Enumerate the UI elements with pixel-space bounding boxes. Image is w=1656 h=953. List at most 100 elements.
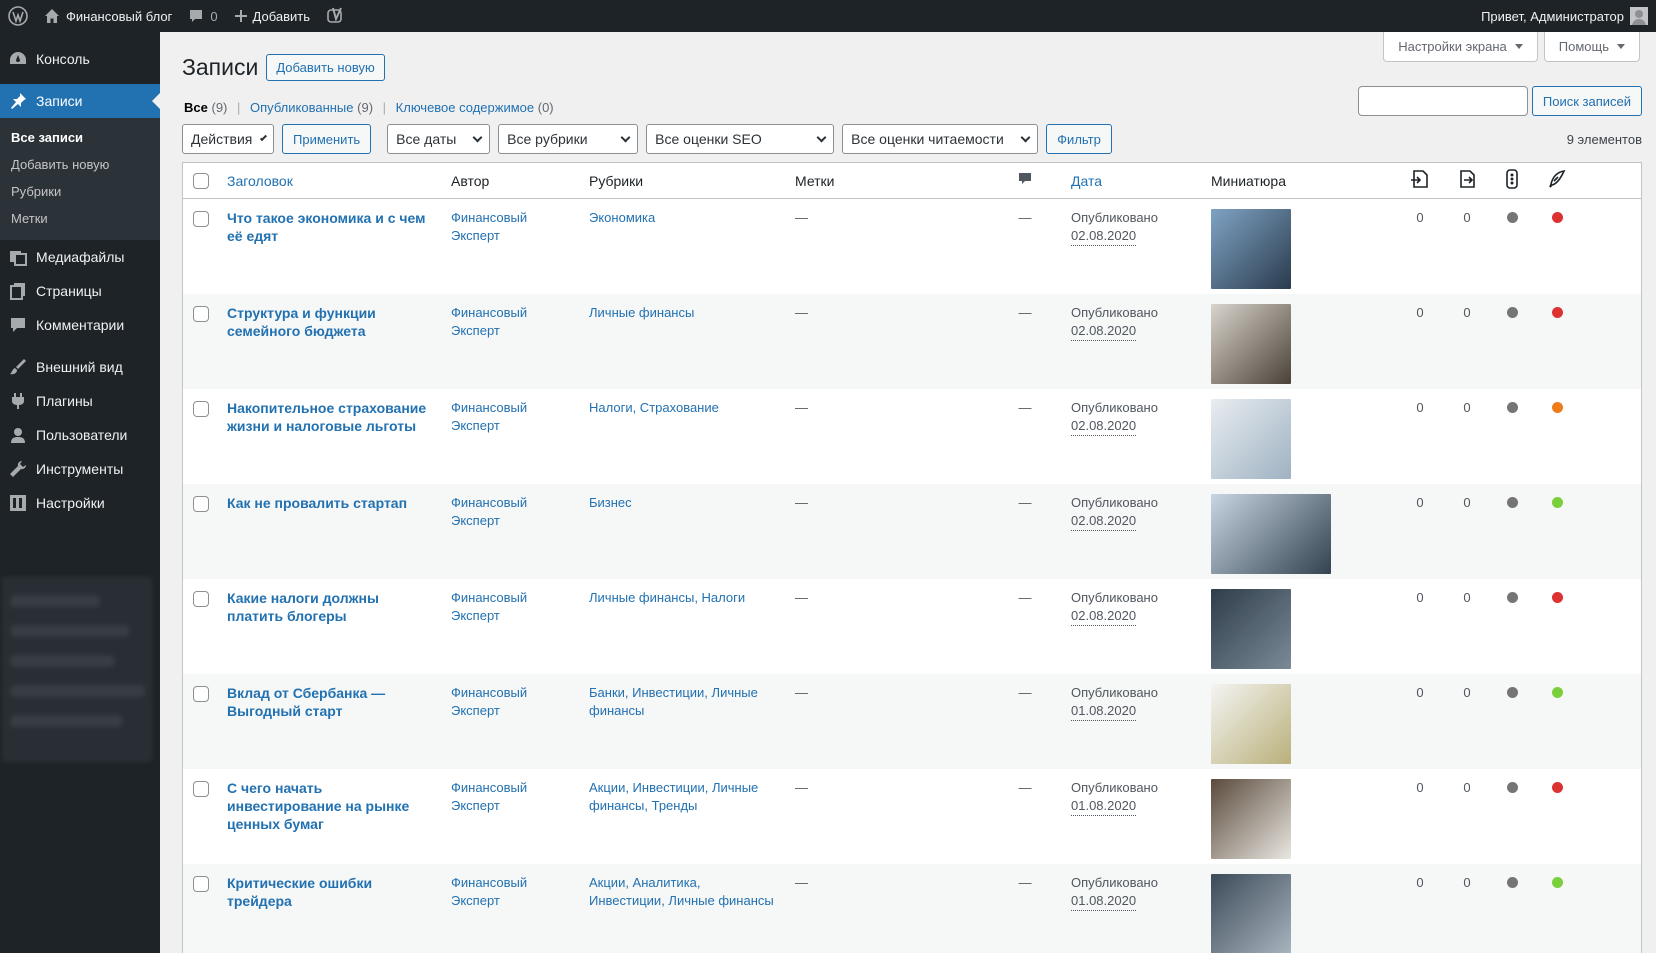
submenu-tags[interactable]: Метки: [0, 205, 160, 232]
blurred-menu-section: [2, 577, 152, 762]
post-title-link[interactable]: Структура и функции семейного бюджета: [227, 304, 435, 340]
row-checkbox[interactable]: [193, 686, 209, 702]
add-new-post-button[interactable]: Добавить новую: [266, 54, 385, 81]
row-checkbox[interactable]: [193, 211, 209, 227]
tags-value: —: [795, 305, 808, 320]
comments-icon: [8, 315, 28, 335]
row-checkbox[interactable]: [193, 781, 209, 797]
yoast-icon[interactable]: [318, 0, 352, 32]
categories-links[interactable]: Экономика: [589, 210, 655, 225]
author-link[interactable]: Финансовый Эксперт: [451, 210, 527, 243]
readability-filter-select[interactable]: Все оценки читаемости: [842, 124, 1039, 154]
my-account[interactable]: Привет, Администратор: [1481, 7, 1656, 25]
row-checkbox[interactable]: [193, 876, 209, 892]
categories-links[interactable]: Банки, Инвестиции, Личные финансы: [589, 685, 758, 718]
menu-item-appearance[interactable]: Внешний вид: [0, 350, 160, 384]
column-date[interactable]: Дата: [1071, 173, 1102, 189]
comment-bubble-icon: [188, 8, 204, 24]
menu-item-posts[interactable]: Записи: [0, 84, 160, 118]
categories-links[interactable]: Налоги, Страхование: [589, 400, 719, 415]
post-thumbnail[interactable]: [1211, 874, 1291, 953]
post-title-link[interactable]: Как не провалить стартап: [227, 494, 435, 512]
author-link[interactable]: Финансовый Эксперт: [451, 685, 527, 718]
submenu-all-posts[interactable]: Все записи: [0, 124, 160, 151]
select-all-checkbox[interactable]: [193, 172, 209, 189]
menu-item-media[interactable]: Медиафайлы: [0, 240, 160, 274]
post-thumbnail[interactable]: [1211, 209, 1291, 289]
author-link[interactable]: Финансовый Эксперт: [451, 780, 527, 813]
comments-value: —: [1018, 780, 1032, 795]
post-title-link[interactable]: С чего начать инвестирование на рынке це…: [227, 779, 435, 833]
submenu-add-new[interactable]: Добавить новую: [0, 151, 160, 178]
search-box: Поиск записей: [1357, 86, 1642, 116]
menu-item-users[interactable]: Пользователи: [0, 418, 160, 452]
post-thumbnail[interactable]: [1211, 589, 1291, 669]
table-row: Как не провалить стартап Финансовый Экспе…: [183, 484, 1641, 579]
filter-button[interactable]: Фильтр: [1046, 124, 1112, 154]
post-title-link[interactable]: Вклад от Сбербанка — Выгодный старт: [227, 684, 435, 720]
menu-item-label: Записи: [36, 93, 83, 109]
row-checkbox[interactable]: [193, 306, 209, 322]
column-tags: Метки: [795, 172, 835, 189]
categories-links[interactable]: Акции, Аналитика, Инвестиции, Личные фин…: [589, 875, 774, 908]
help-button[interactable]: Помощь: [1543, 32, 1640, 62]
new-content-link[interactable]: Добавить: [226, 0, 318, 32]
bulk-actions-select[interactable]: Действия: [182, 124, 274, 154]
menu-item-pages[interactable]: Страницы: [0, 274, 160, 308]
post-title-link[interactable]: Что такое экономика и с чем её едят: [227, 209, 435, 245]
category-filter-select[interactable]: Все рубрики: [498, 124, 639, 154]
search-posts-button[interactable]: Поиск записей: [1531, 86, 1642, 116]
post-thumbnail[interactable]: [1211, 399, 1291, 479]
author-link[interactable]: Финансовый Эксперт: [451, 875, 527, 908]
outgoing-links-count: 0: [1416, 685, 1424, 700]
readability-score-dot: [1551, 782, 1563, 793]
column-comments-icon[interactable]: [1018, 172, 1032, 189]
categories-links[interactable]: Акции, Инвестиции, Личные финансы, Тренд…: [589, 780, 758, 813]
menu-item-tools[interactable]: Инструменты: [0, 452, 160, 486]
categories-links[interactable]: Бизнес: [589, 495, 632, 510]
author-link[interactable]: Финансовый Эксперт: [451, 495, 527, 528]
post-status: Опубликовано: [1071, 210, 1158, 225]
row-checkbox[interactable]: [193, 401, 209, 417]
post-title-link[interactable]: Критические ошибки трейдера: [227, 874, 435, 910]
pin-icon: [8, 91, 28, 111]
post-date: 01.08.2020: [1071, 797, 1137, 816]
tags-value: —: [795, 590, 808, 605]
readability-score-icon: [1548, 169, 1566, 191]
screen-options-label: Настройки экрана: [1398, 39, 1507, 54]
site-name-link[interactable]: Финансовый блог: [36, 0, 180, 32]
categories-links[interactable]: Личные финансы: [589, 305, 694, 320]
post-thumbnail[interactable]: [1211, 684, 1291, 764]
post-thumbnail[interactable]: [1211, 304, 1291, 384]
seo-filter-select[interactable]: Все оценки SEO: [646, 124, 835, 154]
comments-link[interactable]: 0: [180, 0, 225, 32]
view-cornerstone[interactable]: Ключевое содержимое: [396, 100, 534, 115]
post-thumbnail[interactable]: [1211, 494, 1331, 574]
apply-button[interactable]: Применить: [282, 124, 372, 154]
row-checkbox[interactable]: [193, 496, 209, 512]
menu-item-comments[interactable]: Комментарии: [0, 308, 160, 342]
post-title-link[interactable]: Какие налоги должны платить блогеры: [227, 589, 435, 625]
date-filter-select[interactable]: Все даты: [387, 124, 491, 154]
search-input[interactable]: [1357, 86, 1528, 116]
view-published[interactable]: Опубликованные: [250, 100, 354, 115]
menu-item-settings[interactable]: Настройки: [0, 486, 160, 520]
screen-options-button[interactable]: Настройки экрана: [1383, 32, 1538, 62]
author-link[interactable]: Финансовый Эксперт: [451, 305, 527, 338]
outgoing-links-count: 0: [1416, 210, 1424, 225]
menu-item-label: Настройки: [36, 495, 105, 511]
column-title[interactable]: Заголовок: [227, 173, 293, 189]
categories-links[interactable]: Личные финансы, Налоги: [589, 590, 745, 605]
screen-meta-links: Настройки экрана Помощь: [1383, 32, 1640, 62]
menu-item-dashboard[interactable]: Консоль: [0, 42, 160, 76]
menu-item-plugins[interactable]: Плагины: [0, 384, 160, 418]
author-link[interactable]: Финансовый Эксперт: [451, 400, 527, 433]
row-checkbox[interactable]: [193, 591, 209, 607]
wordpress-logo-icon[interactable]: [0, 0, 36, 32]
view-all[interactable]: Все: [184, 100, 208, 115]
post-title-link[interactable]: Накопительное страхование жизни и налого…: [227, 399, 435, 435]
author-link[interactable]: Финансовый Эксперт: [451, 590, 527, 623]
submenu-categories[interactable]: Рубрики: [0, 178, 160, 205]
post-thumbnail[interactable]: [1211, 779, 1291, 859]
post-date: 01.08.2020: [1071, 702, 1137, 721]
